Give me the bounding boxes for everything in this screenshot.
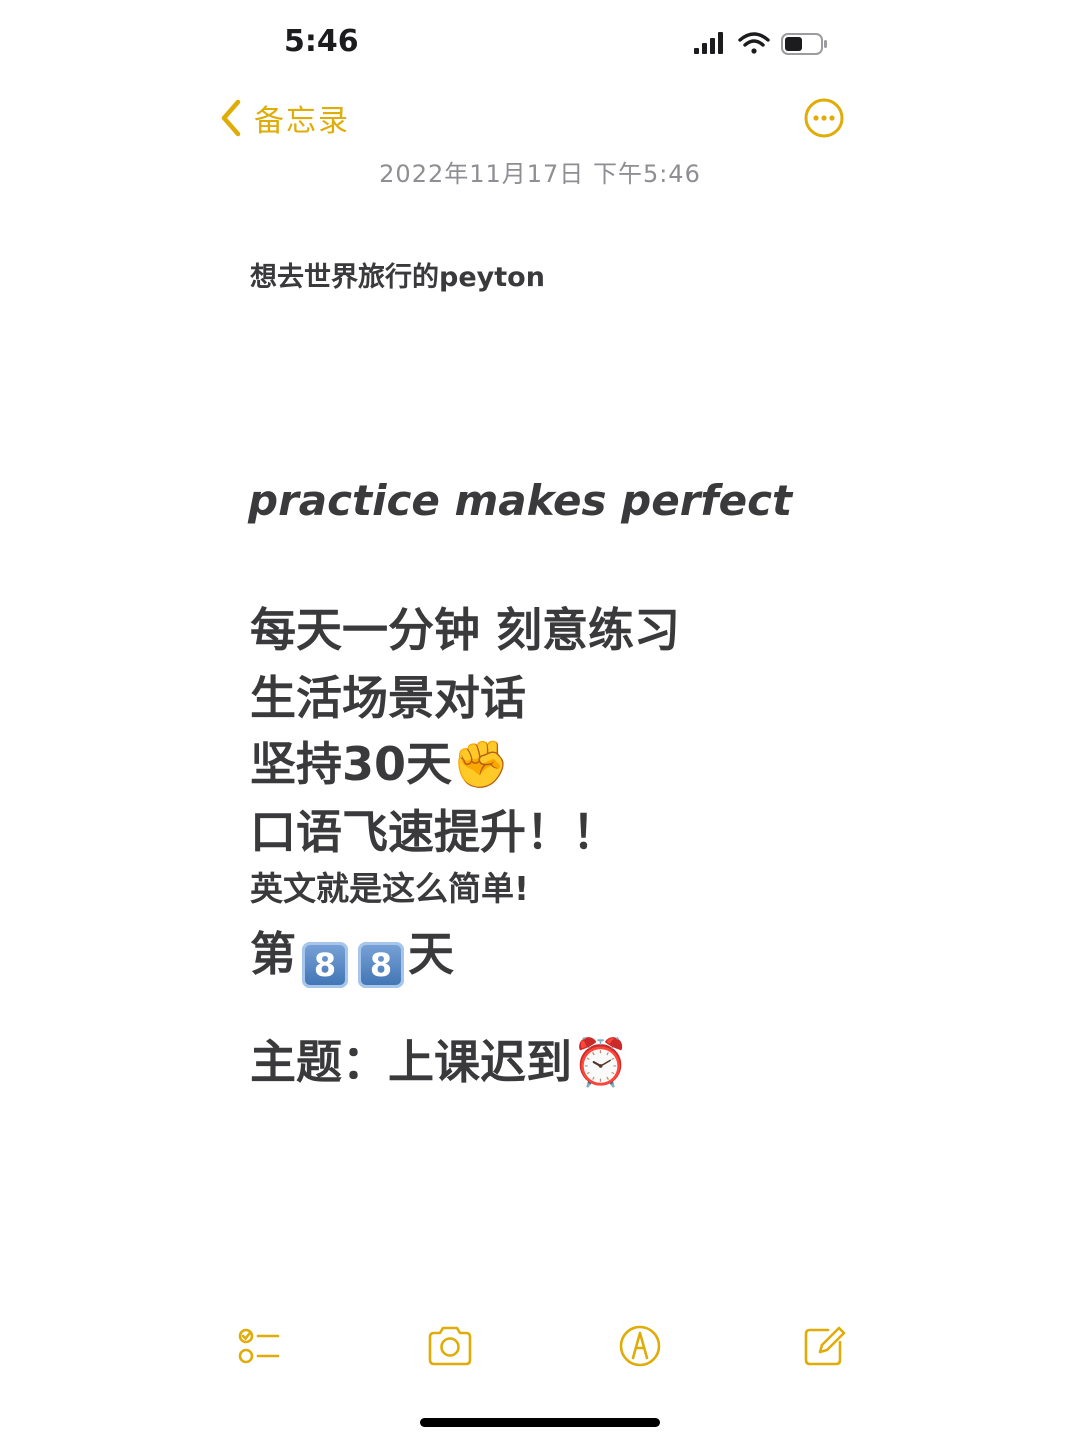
note-motto[interactable]: practice makes perfect [248,476,792,525]
note-line-topic[interactable]: 主题：上课迟到⏰ [250,1026,629,1092]
cellular-signal-icon [694,32,723,54]
note-line-simple[interactable]: 英文就是这么简单! [250,862,529,910]
back-button-label: 备忘录 [254,104,350,139]
status-time: 5:46 [284,24,359,59]
note-date: 2022年11月17日 下午5:46 [379,160,701,188]
note-line-persist[interactable]: 坚持30天✊ [250,728,509,794]
camera-button[interactable] [426,1322,474,1370]
keycap-digit-icon: 8 [358,942,404,988]
camera-icon [428,1326,472,1366]
back-button[interactable]: 备忘录 [218,96,350,140]
alarm-clock-emoji: ⏰ [572,1035,630,1089]
checklist-button[interactable] [236,1322,284,1370]
home-indicator[interactable] [420,1418,660,1427]
status-icons [694,32,827,55]
day-suffix: 天 [408,927,454,981]
ellipsis-circle-icon [804,98,844,138]
more-options-button[interactable] [802,96,846,140]
compose-icon [804,1326,846,1366]
note-line-topic-text: 主题：上课迟到 [250,1035,572,1089]
note-line-improve[interactable]: 口语飞速提升！！ [250,796,618,862]
note-line-day[interactable]: 第88天 [250,918,454,988]
battery-icon [781,33,827,55]
markup-pen-icon [619,1325,661,1367]
checklist-icon [238,1328,280,1364]
wifi-icon [738,32,770,54]
day-prefix: 第 [250,927,296,981]
markup-button[interactable] [616,1322,664,1370]
note-title[interactable]: 想去世界旅行的peyton [250,255,545,294]
note-line-persist-text: 坚持30天 [250,737,453,791]
note-line-scenario[interactable]: 生活场景对话 [250,662,526,728]
raised-fist-emoji: ✊ [452,737,510,791]
keycap-digit-icon: 8 [302,942,348,988]
compose-button[interactable] [800,1322,848,1370]
note-line-practice[interactable]: 每天一分钟 刻意练习 [250,594,680,660]
chevron-left-icon [221,99,241,137]
